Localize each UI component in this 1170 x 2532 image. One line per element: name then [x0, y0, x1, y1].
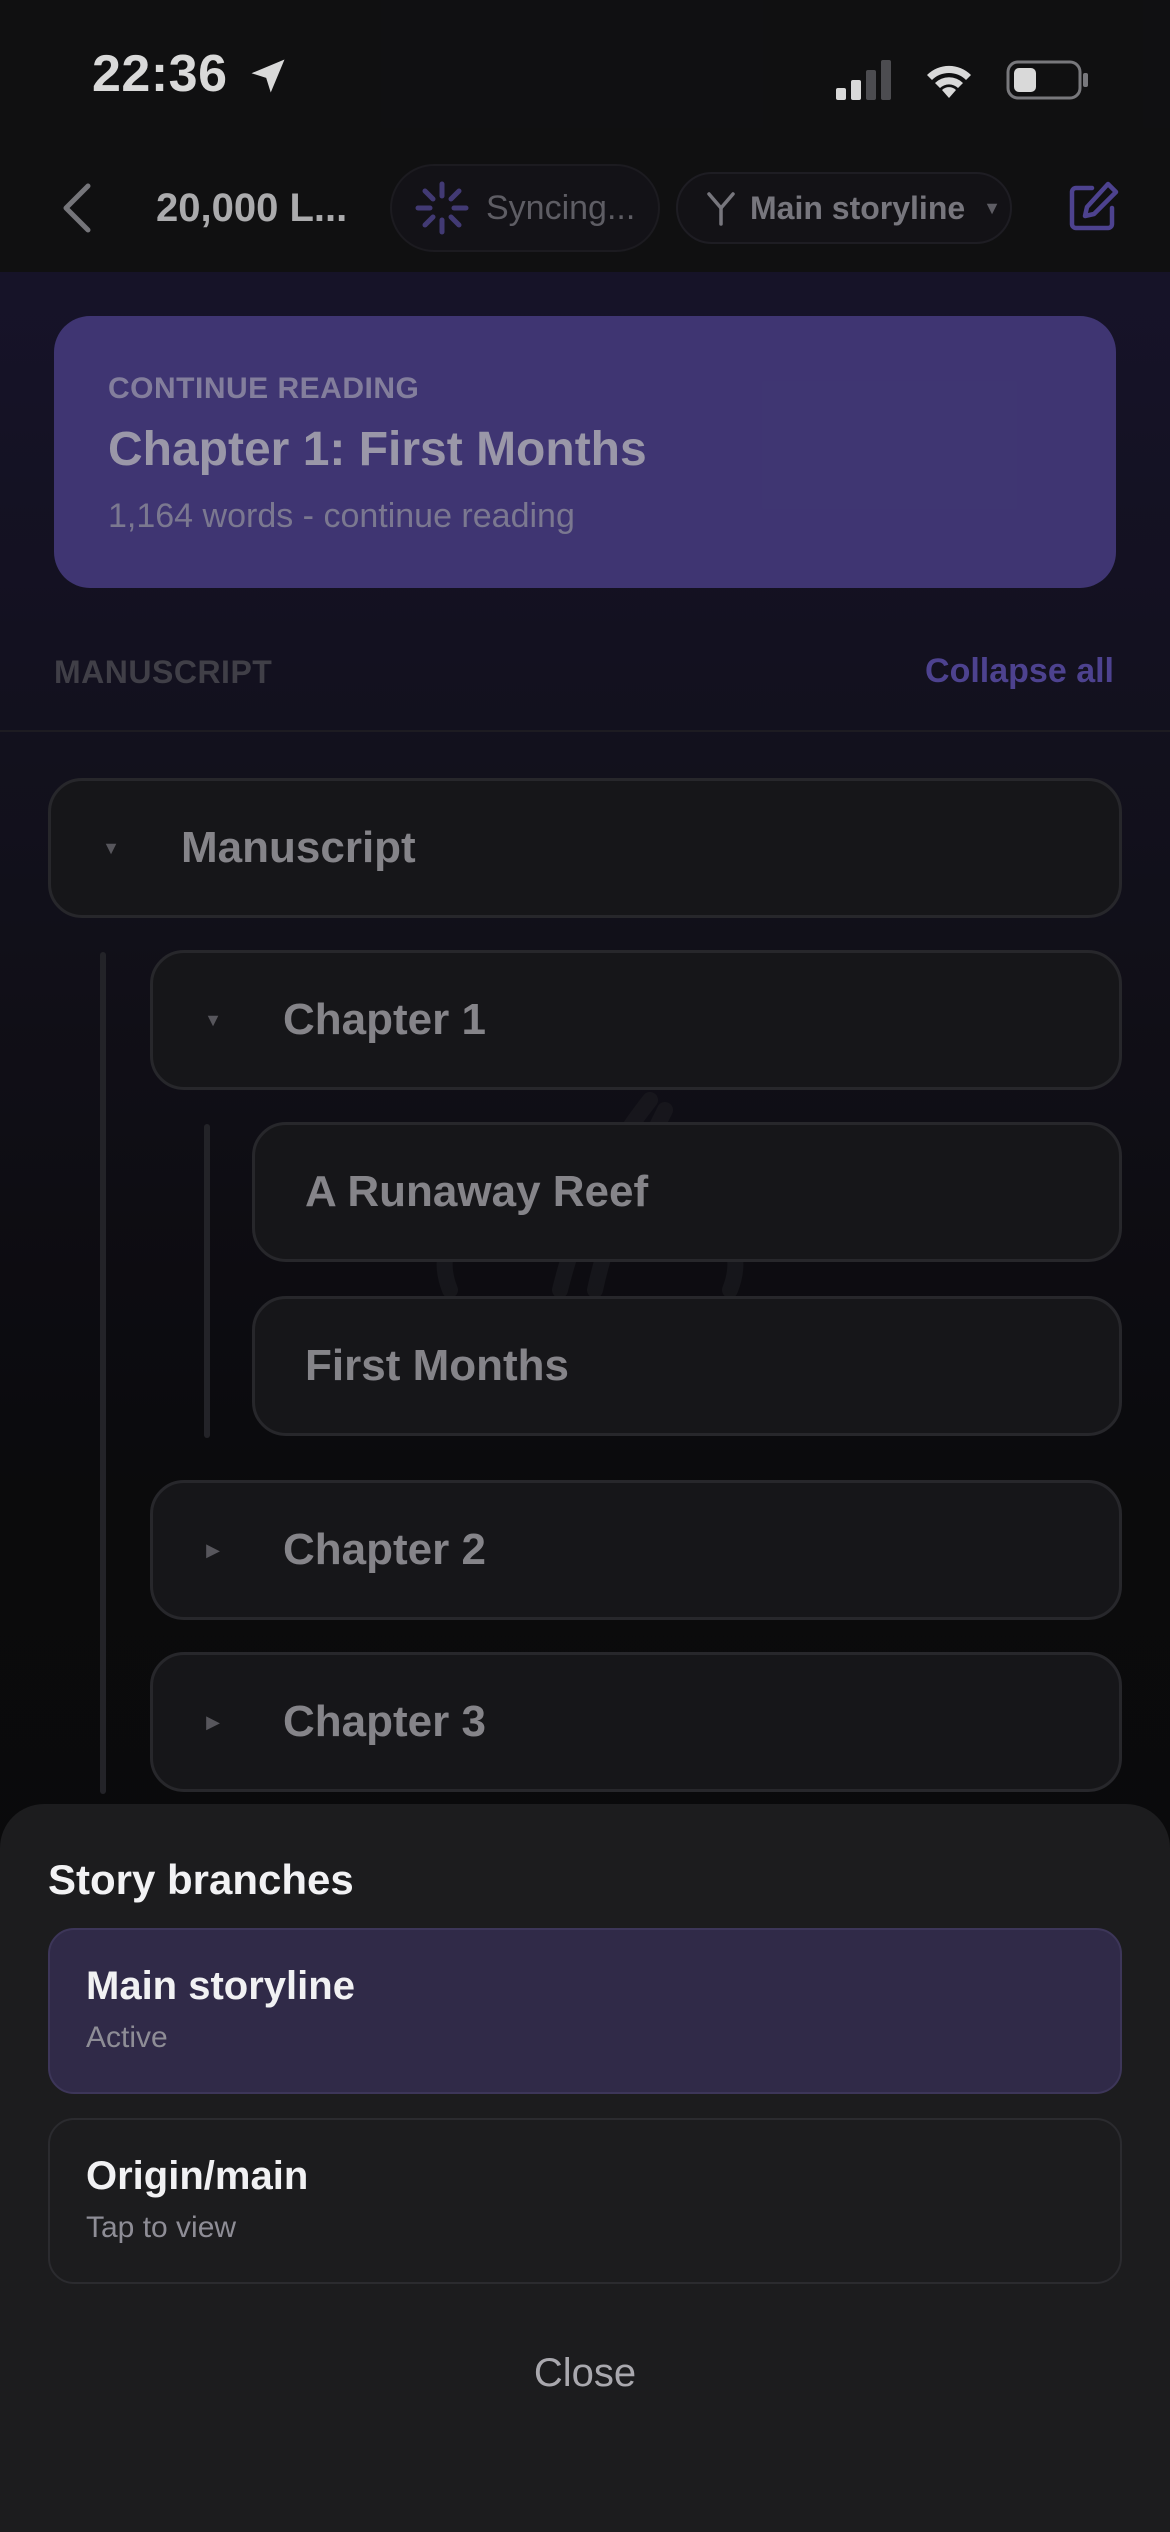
- tree-node-chapter-3[interactable]: ▶ Chapter 3: [150, 1652, 1122, 1792]
- caret-down-icon[interactable]: ▼: [91, 838, 131, 859]
- sync-status-label: Syncing...: [486, 188, 636, 227]
- back-button[interactable]: [46, 178, 106, 238]
- branch-selector-label: Main storyline: [750, 189, 966, 226]
- edit-button[interactable]: [1066, 180, 1120, 234]
- battery-icon: [1006, 60, 1088, 100]
- section-label: MANUSCRIPT: [54, 654, 273, 690]
- continue-reading-card[interactable]: CONTINUE READING Chapter 1: First Months…: [54, 316, 1116, 588]
- branch-name: Origin/main: [86, 2154, 309, 2198]
- story-branches-sheet: Story branches Main storyline Active Ori…: [0, 1804, 1170, 2532]
- tree-node-scene[interactable]: First Months: [252, 1296, 1122, 1436]
- tree-node-chapter-2[interactable]: ▶ Chapter 2: [150, 1480, 1122, 1620]
- tree-node-label: First Months: [305, 1341, 569, 1390]
- tree-node-scene[interactable]: A Runaway Reef: [252, 1122, 1122, 1262]
- sync-status-chip[interactable]: Syncing...: [390, 164, 660, 252]
- tree-node-manuscript[interactable]: ▼ Manuscript: [48, 778, 1122, 918]
- caret-down-icon[interactable]: ▼: [193, 1010, 233, 1031]
- sheet-title: Story branches: [48, 1856, 354, 1903]
- continue-reading-meta: 1,164 words - continue reading: [108, 497, 575, 535]
- branch-option-origin-main[interactable]: Origin/main Tap to view: [48, 2118, 1122, 2284]
- branch-status: Active: [86, 2021, 168, 2054]
- tree-node-label: Chapter 3: [283, 1697, 486, 1746]
- close-button[interactable]: Close: [0, 2338, 1170, 2408]
- tree-node-label: Chapter 2: [283, 1525, 486, 1574]
- cellular-signal-icon: [836, 60, 891, 100]
- branch-icon: [707, 192, 735, 226]
- branch-option-main-storyline[interactable]: Main storyline Active: [48, 1928, 1122, 2094]
- tree-node-label: A Runaway Reef: [305, 1167, 649, 1216]
- branch-selector-chip[interactable]: Main storyline ▼: [676, 172, 1012, 244]
- manuscript-section-header: MANUSCRIPT Collapse all: [0, 630, 1170, 732]
- continue-reading-kicker: CONTINUE READING: [108, 372, 420, 405]
- book-title[interactable]: 20,000 L...: [156, 186, 347, 231]
- caret-right-icon[interactable]: ▶: [193, 1712, 233, 1733]
- app-screen: 22:36 20,000 L... Syncing... Main storyl…: [0, 0, 1170, 2532]
- collapse-all-button[interactable]: Collapse all: [925, 652, 1114, 691]
- branch-name: Main storyline: [86, 1964, 355, 2008]
- chevron-left-icon: [63, 183, 91, 233]
- compose-icon: [1069, 181, 1119, 231]
- branch-status: Tap to view: [86, 2211, 237, 2244]
- caret-down-icon: ▼: [983, 197, 1001, 218]
- top-navigation-bar: 20,000 L... Syncing... Main storyline ▼: [0, 150, 1170, 272]
- status-time: 22:36: [92, 45, 228, 103]
- status-bar: 22:36: [0, 0, 1170, 150]
- wifi-icon: [927, 65, 971, 98]
- location-arrow-icon: [251, 59, 285, 93]
- caret-right-icon[interactable]: ▶: [193, 1540, 233, 1561]
- tree-node-label: Chapter 1: [283, 995, 486, 1044]
- loading-spinner-icon: [415, 181, 469, 235]
- tree-node-label: Manuscript: [181, 823, 416, 872]
- tree-guide-line: [100, 952, 106, 1794]
- tree-node-chapter-1[interactable]: ▼ Chapter 1: [150, 950, 1122, 1090]
- tree-guide-line: [204, 1124, 210, 1438]
- continue-reading-title: Chapter 1: First Months: [108, 423, 647, 476]
- status-icons: [836, 58, 1090, 102]
